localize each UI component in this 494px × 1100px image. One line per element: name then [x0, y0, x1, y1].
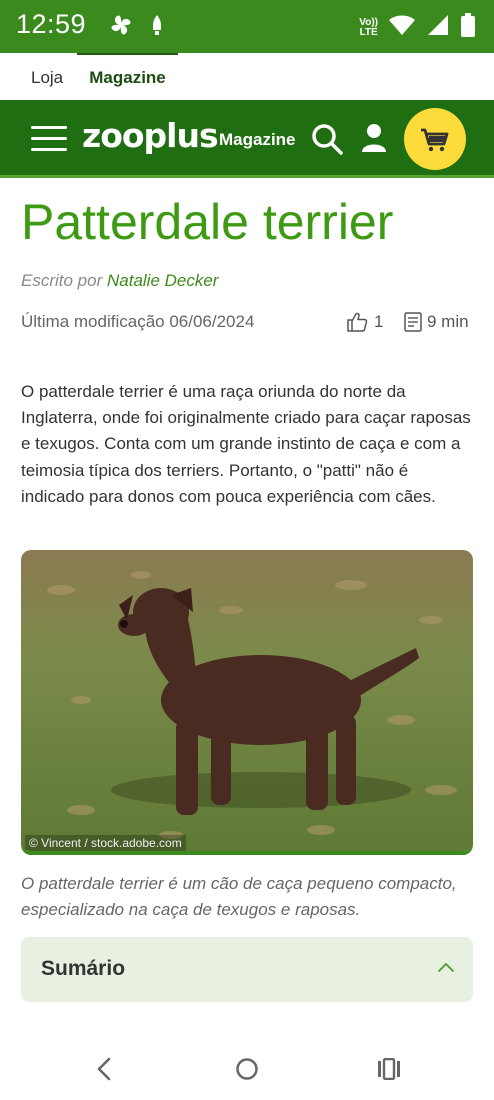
menu-icon[interactable] — [31, 126, 67, 152]
status-time: 12:59 — [16, 9, 87, 39]
status-bar: 12:59 Vo)) LTE — [0, 0, 494, 53]
article-title: Patterdale terrier — [21, 194, 394, 250]
volte-indicator: Vo)) LTE — [359, 16, 378, 38]
summary-accordion[interactable]: Sumário — [21, 937, 473, 1002]
user-icon[interactable] — [360, 122, 388, 156]
recents-icon[interactable] — [377, 1058, 401, 1080]
like-count: 1 — [374, 312, 384, 331]
logo-magazine-label: Magazine — [219, 130, 296, 149]
article-intro: O patterdale terrier é uma raça oriunda … — [21, 382, 471, 506]
document-icon — [404, 312, 422, 332]
read-time: 9 min — [403, 311, 469, 333]
thumbs-up-icon — [347, 312, 368, 332]
author-link[interactable]: Natalie Decker — [107, 271, 219, 290]
dog-photo: © Vincent / stock.adobe.com — [21, 550, 473, 855]
tab-magazine[interactable]: Magazine — [77, 53, 178, 100]
tab-loja[interactable]: Loja — [31, 53, 63, 100]
pinwheel-icon — [108, 12, 134, 43]
home-icon[interactable] — [235, 1057, 259, 1081]
notification-icon — [148, 12, 166, 43]
search-icon[interactable] — [310, 122, 344, 156]
system-nav-bar — [0, 1040, 494, 1100]
photo-caption: O patterdale terrier é um cão de caça pe… — [21, 874, 457, 919]
summary-label: Sumário — [41, 957, 126, 980]
signal-icon — [426, 13, 450, 42]
wifi-icon — [388, 13, 416, 42]
chevron-up-icon — [438, 963, 454, 972]
cart-button[interactable] — [404, 108, 466, 170]
like-button[interactable]: 1 — [346, 311, 383, 333]
battery-icon — [460, 12, 476, 43]
cart-icon — [421, 128, 449, 152]
byline: Escrito por Natalie Decker — [21, 271, 218, 291]
byline-prefix: Escrito por — [21, 271, 103, 290]
read-time-value: 9 min — [427, 312, 469, 331]
zooplus-logo[interactable]: zooplus — [82, 116, 219, 155]
top-tabs: Loja Magazine — [0, 53, 494, 100]
back-icon[interactable] — [94, 1056, 114, 1082]
last-updated: Última modificação 06/06/2024 — [21, 312, 255, 331]
photo-credit: © Vincent / stock.adobe.com — [25, 835, 186, 851]
